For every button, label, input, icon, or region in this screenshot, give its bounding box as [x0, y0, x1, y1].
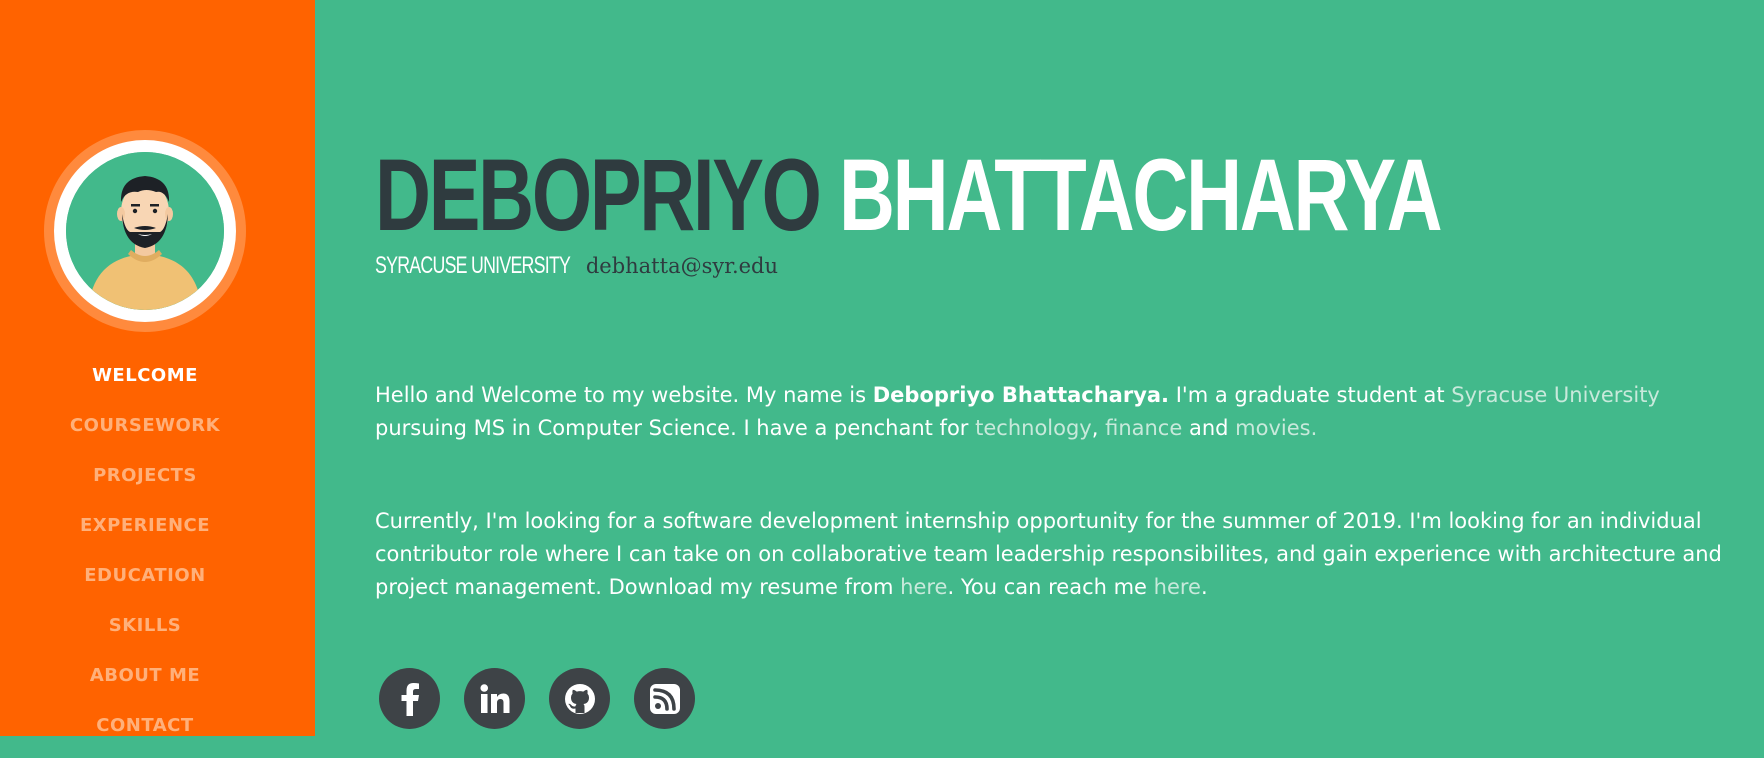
facebook-button[interactable]	[379, 668, 440, 729]
nav-item-about-me[interactable]: ABOUT ME	[0, 658, 290, 708]
intro-text: and	[1182, 416, 1236, 440]
subtitle: SYRACUSE UNIVERSITY debhatta@syr.edu	[375, 252, 778, 280]
intro-text: ,	[1091, 416, 1106, 440]
social-links	[379, 668, 695, 729]
nav-item-experience[interactable]: EXPERIENCE	[0, 508, 290, 558]
page-title: DEBOPRIYO BHATTACHARYA	[375, 138, 1443, 252]
university-highlight: Syracuse University	[1451, 383, 1660, 407]
nav-item-welcome[interactable]: WELCOME	[0, 358, 290, 408]
nav-item-projects[interactable]: PROJECTS	[0, 458, 290, 508]
email-address[interactable]: debhatta@syr.edu	[586, 254, 778, 278]
nav-item-education[interactable]: EDUCATION	[0, 558, 290, 608]
first-name: DEBOPRIYO	[375, 138, 822, 252]
avatar	[66, 152, 224, 310]
github-button[interactable]	[549, 668, 610, 729]
university-label: SYRACUSE UNIVERSITY	[375, 252, 571, 279]
sidebar-nav: WELCOME COURSEWORK PROJECTS EXPERIENCE E…	[0, 358, 290, 758]
interest-finance: finance	[1105, 416, 1183, 440]
intro-text: I'm a graduate student at	[1169, 383, 1452, 407]
linkedin-icon	[479, 683, 509, 713]
nav-item-skills[interactable]: SKILLS	[0, 608, 290, 658]
avatar-illustration	[66, 152, 224, 310]
intro-paragraph: Hello and Welcome to my website. My name…	[375, 379, 1755, 445]
resume-link[interactable]: here	[900, 575, 947, 599]
nav-item-contact[interactable]: CONTACT	[0, 708, 290, 758]
rss-icon	[649, 683, 680, 714]
interest-movies: movies.	[1235, 416, 1318, 440]
intro-text: pursuing MS in Computer Science. I have …	[375, 416, 976, 440]
internship-paragraph: Currently, I'm looking for a software de…	[375, 505, 1755, 604]
linkedin-button[interactable]	[464, 668, 525, 729]
avatar-border	[54, 140, 236, 322]
last-name: BHATTACHARYA	[838, 138, 1443, 252]
internship-text: . You can reach me	[947, 575, 1154, 599]
sidebar: WELCOME COURSEWORK PROJECTS EXPERIENCE E…	[0, 0, 315, 736]
nav-item-coursework[interactable]: COURSEWORK	[0, 408, 290, 458]
contact-link[interactable]: here	[1154, 575, 1201, 599]
avatar-frame	[44, 130, 246, 332]
rss-button[interactable]	[634, 668, 695, 729]
facebook-icon	[401, 682, 419, 716]
interest-technology: technology	[975, 416, 1092, 440]
main-content: DEBOPRIYO BHATTACHARYA SYRACUSE UNIVERSI…	[375, 0, 1755, 736]
github-icon	[564, 683, 595, 714]
author-name: Debopriyo Bhattacharya.	[872, 383, 1170, 407]
intro-text: Hello and Welcome to my website. My name…	[375, 383, 873, 407]
internship-text: .	[1200, 575, 1208, 599]
